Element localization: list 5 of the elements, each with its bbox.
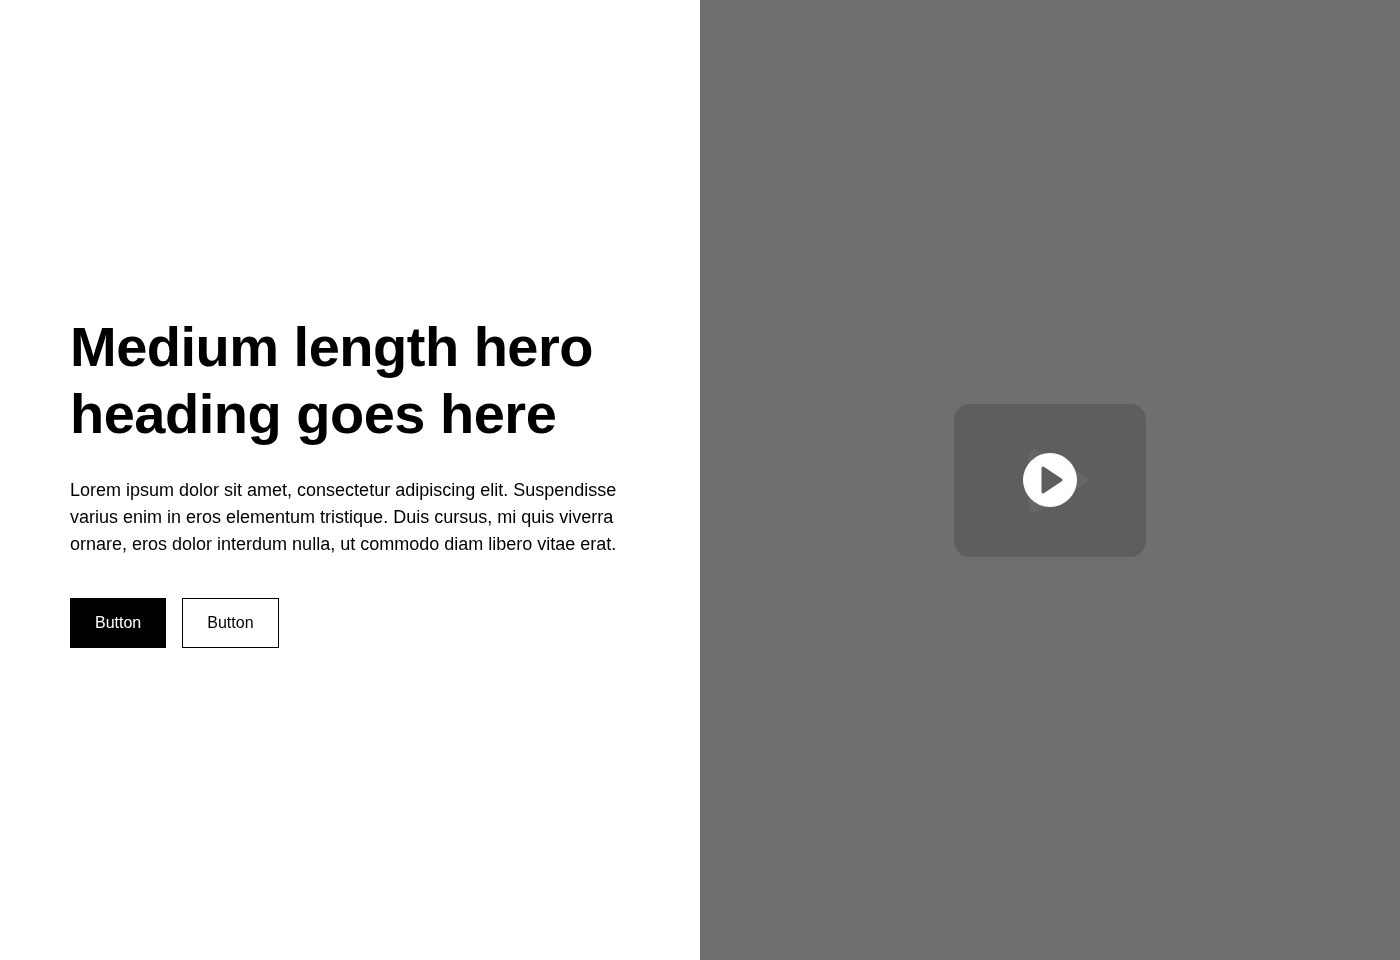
hero-button[interactable]: Button	[70, 597, 167, 648]
hero-heading: Medium length hero heading goes here	[70, 313, 594, 447]
video-placeholder-icon	[954, 403, 1146, 557]
hero-button[interactable]: Button	[182, 597, 279, 648]
hero-description: Lorem ipsum dolor sit amet, consectetur adipiscing elit. Suspendisse varius enim in eros elementum tristique. Duis cursus, mi quis viverra ornare, eros dolor interdum nulla, ut commodo diam libero vitae erat.	[70, 478, 618, 556]
